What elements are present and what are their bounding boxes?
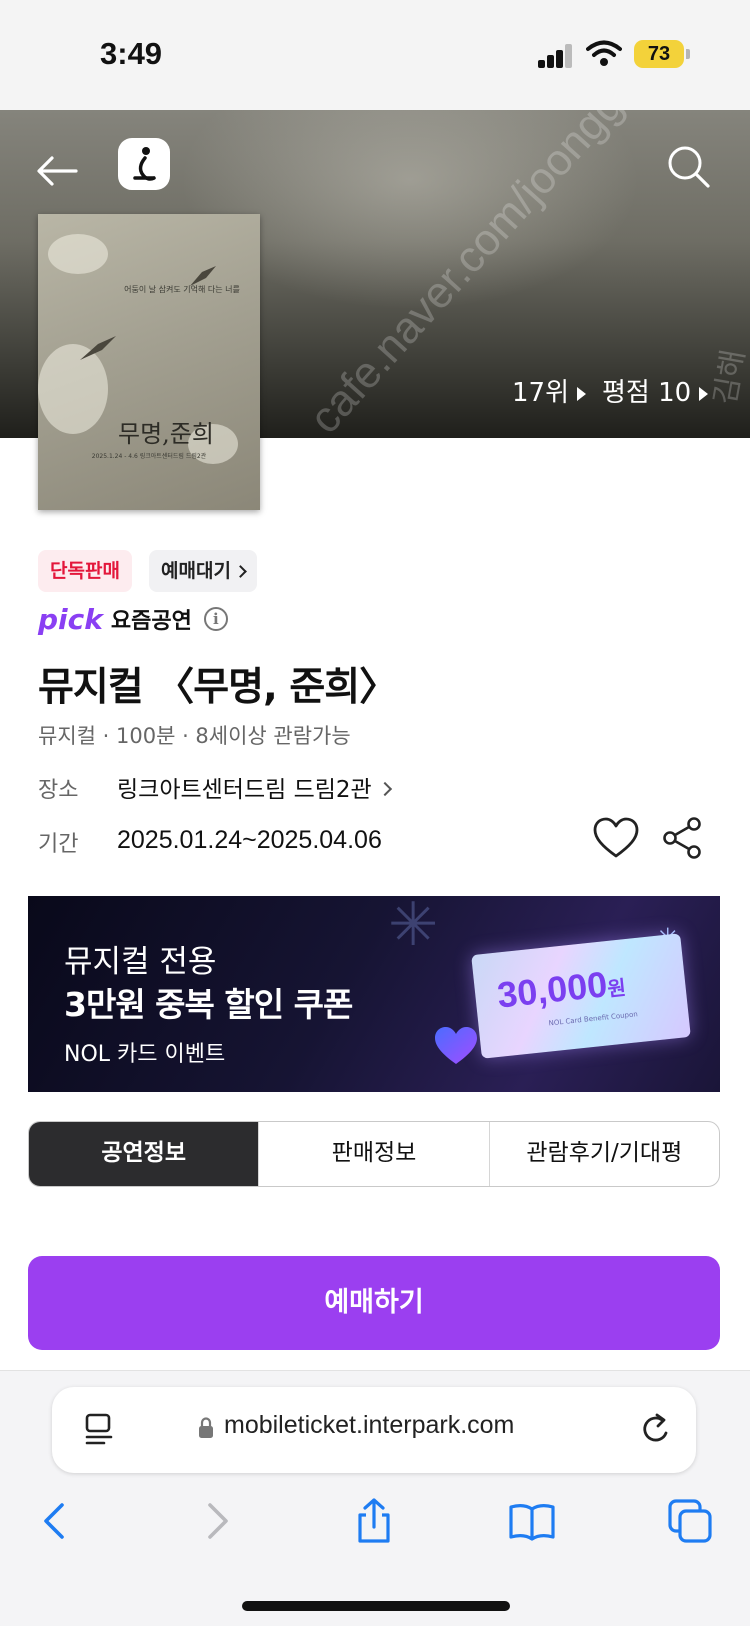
- poster-title: 무명,준희: [118, 420, 214, 448]
- battery-level: 73: [634, 40, 684, 68]
- status-time: 3:49: [100, 36, 163, 71]
- battery-nub: [686, 49, 690, 59]
- back-arrow-icon[interactable]: [32, 146, 82, 196]
- bookmarks-icon[interactable]: [508, 1497, 556, 1545]
- chevron-right-icon: [234, 565, 247, 578]
- sparkle-icon: ✳: [388, 896, 439, 960]
- coupon-caption: NOL Card Benefit Coupon: [548, 1010, 639, 1028]
- rank-link[interactable]: 17위: [512, 372, 587, 409]
- rating-text: 평점 10: [602, 378, 692, 408]
- chevron-right-icon: [377, 781, 392, 797]
- rating-link[interactable]: 평점 10: [602, 372, 709, 409]
- period-label: 기간: [38, 832, 79, 857]
- heart-icon[interactable]: [592, 816, 640, 860]
- share-sheet-icon[interactable]: [350, 1497, 398, 1545]
- banner-event: NOL 카드 이벤트: [64, 1042, 226, 1067]
- banner-title: 3만원 중복 할인 쿠폰: [64, 985, 353, 1024]
- period-value: 2025.01.24~2025.04.06: [117, 826, 382, 854]
- triangle-right-icon: [699, 386, 709, 401]
- venue-name: 링크아트센터드림 드림2관: [117, 777, 372, 803]
- rank-text: 17위: [512, 378, 570, 408]
- app-logo-icon[interactable]: [118, 138, 170, 190]
- pick-logo: pick: [38, 602, 103, 636]
- waitlist-button[interactable]: 예매대기: [149, 550, 257, 592]
- lock-icon: [199, 1417, 213, 1438]
- exclusive-sale-badge: 단독판매: [38, 550, 132, 592]
- home-indicator: [242, 1601, 510, 1611]
- browser-toolbar: mobileticket.interpark.com: [0, 1370, 750, 1626]
- show-meta: 뮤지컬 · 100분 · 8세이상 관람가능: [38, 724, 351, 748]
- show-poster[interactable]: 어둠이 날 삼켜도 기억해 다는 너를 무명,준희 2025.1.24 - 4.…: [38, 214, 260, 510]
- wifi-icon: [586, 40, 622, 66]
- reader-icon[interactable]: [84, 1413, 114, 1445]
- address-bar[interactable]: mobileticket.interpark.com: [52, 1387, 696, 1473]
- browser-forward-icon[interactable]: [192, 1497, 240, 1545]
- heart-decoration-icon: [435, 1027, 477, 1064]
- browser-back-icon[interactable]: [32, 1497, 80, 1545]
- coupon-ticket: 30,000원 NOL Card Benefit Coupon: [471, 933, 691, 1059]
- banner-subtitle: 뮤지컬 전용: [64, 944, 217, 980]
- detail-tabs: 공연정보 판매정보 관람후기/기대평: [28, 1121, 720, 1187]
- pick-row: pick 요즘공연 i: [38, 602, 228, 636]
- triangle-right-icon: [577, 386, 587, 401]
- tabs-icon[interactable]: [666, 1497, 714, 1545]
- poster-light-spot: [48, 234, 108, 274]
- pick-label: 요즘공연: [110, 609, 192, 634]
- tab-show-info[interactable]: 공연정보: [29, 1122, 259, 1186]
- search-icon[interactable]: [664, 142, 714, 192]
- info-icon[interactable]: i: [203, 607, 228, 631]
- book-button[interactable]: 예매하기: [28, 1256, 720, 1350]
- coupon-unit: 원: [606, 977, 628, 1002]
- coupon-amount: 30,000원: [495, 961, 627, 1016]
- status-bar: 3:49 73: [0, 0, 750, 110]
- share-icon[interactable]: [660, 816, 704, 860]
- reload-icon[interactable]: [638, 1411, 674, 1447]
- venue-link[interactable]: 링크아트센터드림 드림2관: [117, 770, 392, 804]
- poster-details: 2025.1.24 - 4.6 링크아트센터드림 드림2관: [91, 453, 207, 460]
- bird-icon: [80, 336, 116, 360]
- poster-tagline: 어둠이 날 삼켜도 기억해 다는 너를: [124, 285, 240, 294]
- cellular-signal-icon: [538, 44, 574, 68]
- venue-label: 장소: [38, 778, 79, 803]
- promo-banner[interactable]: ✳ ✳ 뮤지컬 전용 3만원 중복 할인 쿠폰 NOL 카드 이벤트 30,00…: [28, 896, 720, 1092]
- waitlist-label: 예매대기: [161, 560, 231, 582]
- coupon-amount-value: 30,000: [495, 963, 610, 1016]
- show-title: 뮤지컬 〈무명, 준희〉: [38, 665, 398, 710]
- tab-sale-info[interactable]: 판매정보: [258, 1122, 488, 1186]
- url-text[interactable]: mobileticket.interpark.com: [224, 1411, 514, 1440]
- tab-reviews[interactable]: 관람후기/기대평: [488, 1122, 719, 1186]
